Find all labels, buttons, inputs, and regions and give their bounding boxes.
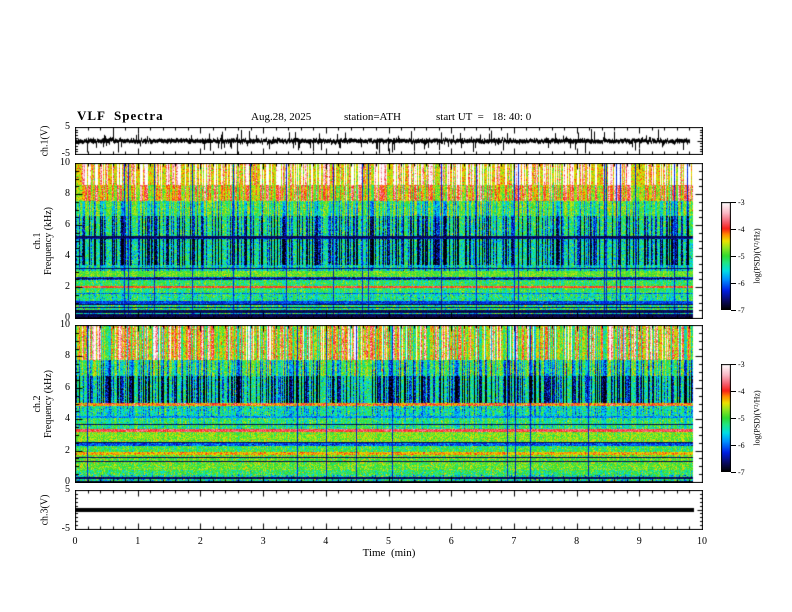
y-axis-title-ch1-frequency: ch.1 Frequency (kHz) — [32, 207, 54, 275]
y-axis-title-ch1-line2: Frequency (kHz) — [43, 206, 54, 276]
tick-label: -5 — [61, 523, 70, 534]
tick-label: 7 — [511, 536, 517, 547]
tick-label: -4 — [738, 225, 745, 234]
tick-label: 8 — [574, 536, 580, 547]
y-axis-title-ch2-line2: Frequency (kHz) — [43, 369, 54, 439]
x-axis-title: Time (min) — [362, 547, 416, 559]
tick-label: 9 — [636, 536, 642, 547]
tick-label: -5 — [738, 252, 745, 261]
tick-label: 4 — [65, 413, 70, 425]
tick-label: 6 — [65, 219, 70, 230]
tick-label: -6 — [738, 441, 745, 450]
colorbar-ch1 — [721, 202, 731, 310]
colorbar-tick — [731, 418, 736, 419]
figure-title: VLF Spectra — [77, 108, 164, 123]
colorbar-tick — [731, 391, 736, 392]
colorbar-tick — [731, 364, 736, 365]
tick-label: 5 — [65, 121, 70, 132]
colorbar-title-ch1: log(PSD)(V²/Hz) — [752, 228, 762, 284]
colorbar-tick — [731, 310, 736, 311]
colorbar-title-ch2: log(PSD)(V²/Hz) — [752, 390, 762, 446]
tick-label: 0 — [72, 536, 78, 547]
y-axis-title-ch2-frequency: ch.2 Frequency (kHz) — [32, 370, 54, 438]
tick-label: -5 — [738, 414, 745, 423]
tick-label: -7 — [738, 468, 745, 477]
tick-label: 8 — [65, 350, 70, 362]
spectrogram-ch2 — [75, 325, 703, 483]
tick-label: 1 — [135, 536, 141, 547]
y-axis-title-ch2-line1: ch.2 — [32, 395, 43, 413]
tick-label: 6 — [65, 381, 70, 393]
tick-label: 5 — [65, 484, 70, 495]
figure-station: station=ATH — [344, 111, 401, 123]
tick-label: -4 — [738, 387, 745, 396]
tick-label: 6 — [448, 536, 454, 547]
colorbar-tick — [731, 256, 736, 257]
tick-label: 2 — [197, 536, 203, 547]
tick-label: 10 — [60, 157, 70, 168]
figure-date: Aug.28, 2025 — [251, 111, 312, 123]
tick-label: -7 — [738, 306, 745, 315]
colorbar-tick — [731, 229, 736, 230]
spectrogram-ch1 — [75, 163, 703, 319]
y-axis-title-ch1-line1: ch.1 — [32, 232, 43, 250]
tick-label: 3 — [260, 536, 266, 547]
y-axis-title-ch3-volts: ch.3(V) — [39, 494, 51, 526]
waveform-panel-ch3 — [75, 490, 703, 530]
tick-label: -6 — [738, 279, 745, 288]
tick-label: 4 — [323, 536, 329, 547]
tick-label: 2 — [65, 444, 70, 456]
tick-label: 8 — [65, 188, 70, 199]
tick-label: -3 — [738, 198, 745, 207]
colorbar-tick — [731, 445, 736, 446]
figure-start-ut: start UT = 18: 40: 0 — [436, 111, 532, 123]
colorbar-tick — [731, 472, 736, 473]
colorbar-tick — [731, 202, 736, 203]
tick-label: 10 — [697, 536, 707, 547]
waveform-panel-ch1 — [75, 127, 703, 155]
tick-label: 10 — [60, 319, 70, 330]
tick-label: 2 — [65, 281, 70, 292]
tick-label: 4 — [65, 250, 70, 261]
tick-label: -3 — [738, 360, 745, 369]
colorbar-ch2 — [721, 364, 731, 472]
tick-label: 5 — [386, 536, 391, 547]
vlf-spectra-figure: VLF Spectra Aug.28, 2025 station=ATH sta… — [0, 0, 792, 612]
colorbar-tick — [731, 283, 736, 284]
